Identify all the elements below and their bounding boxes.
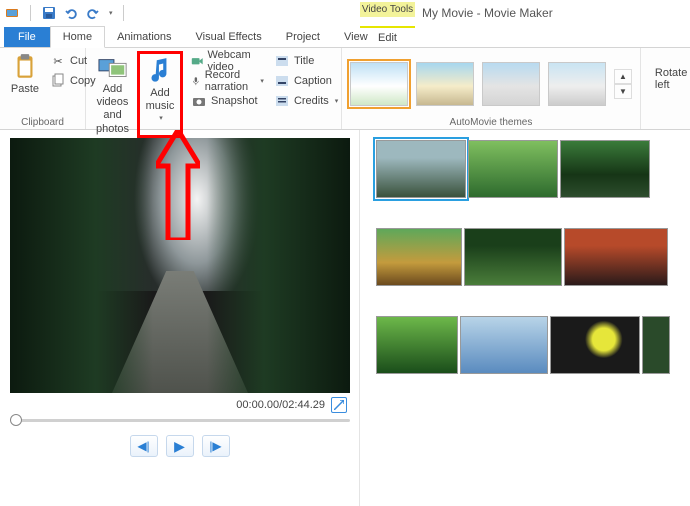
paste-label: Paste — [11, 83, 39, 96]
theme-scroll-up[interactable]: ▲ — [614, 69, 632, 84]
rotate-left-label: Rotate left — [655, 67, 687, 91]
clip-9[interactable] — [550, 316, 640, 374]
paste-icon — [10, 53, 40, 81]
chevron-down-icon: ▾ — [159, 115, 163, 123]
clip-6[interactable] — [564, 228, 668, 286]
prev-frame-button[interactable]: ◀| — [130, 435, 158, 457]
record-narration-button[interactable]: Record narration ▾ — [189, 71, 266, 91]
record-narration-label: Record narration — [205, 69, 255, 93]
tab-project[interactable]: Project — [274, 27, 332, 47]
automovie-theme-1[interactable] — [350, 62, 408, 106]
title-icon — [274, 53, 290, 69]
play-button[interactable]: ▶ — [166, 435, 194, 457]
rotate-left-button[interactable]: Rotate left — [647, 51, 690, 95]
tab-edit[interactable]: Edit — [360, 26, 415, 48]
webcam-icon — [191, 53, 203, 69]
tab-home[interactable]: Home — [50, 26, 105, 48]
copy-icon — [50, 73, 66, 89]
paste-button[interactable]: Paste — [6, 51, 44, 115]
mic-icon — [191, 73, 201, 89]
title-button[interactable]: Title — [272, 51, 340, 71]
group-label-clipboard: Clipboard — [6, 115, 79, 128]
webcam-video-button[interactable]: Webcam video — [189, 51, 266, 71]
clip-10[interactable] — [642, 316, 670, 374]
automovie-theme-3[interactable] — [482, 62, 540, 106]
tab-animations[interactable]: Animations — [105, 27, 183, 47]
caption-label: Caption — [294, 75, 332, 87]
add-videos-photos-button[interactable]: Add videos and photos — [92, 51, 133, 138]
snapshot-button[interactable]: Snapshot — [189, 91, 266, 111]
clip-4[interactable] — [376, 228, 462, 286]
music-note-icon — [145, 57, 175, 85]
group-label-automovie: AutoMovie themes — [350, 115, 632, 128]
app-title: My Movie - Movie Maker — [422, 6, 553, 20]
clip-1[interactable] — [376, 140, 466, 198]
credits-label: Credits — [294, 95, 329, 107]
add-videos-photos-icon — [98, 53, 128, 81]
seek-slider[interactable] — [10, 417, 350, 423]
clip-5[interactable] — [464, 228, 562, 286]
clip-7[interactable] — [376, 316, 458, 374]
save-icon[interactable] — [41, 5, 57, 21]
add-music-label: Add music — [146, 87, 175, 113]
credits-button[interactable]: Credits ▾ — [272, 91, 340, 111]
clip-3[interactable] — [560, 140, 650, 198]
chevron-down-icon: ▾ — [335, 97, 339, 105]
credits-icon — [274, 93, 290, 109]
redo-icon[interactable] — [85, 5, 101, 21]
tab-visual-effects[interactable]: Visual Effects — [184, 27, 274, 47]
undo-icon[interactable] — [63, 5, 79, 21]
playback-time: 00:00.00/02:44.29 — [236, 399, 325, 411]
title-label: Title — [294, 55, 314, 67]
fullscreen-button[interactable] — [331, 397, 347, 413]
automovie-theme-4[interactable] — [548, 62, 606, 106]
add-music-button[interactable]: Add music ▾ — [141, 55, 179, 126]
automovie-theme-2[interactable] — [416, 62, 474, 106]
qat-dropdown-icon[interactable]: ▾ — [109, 9, 113, 17]
tab-file[interactable]: File — [4, 27, 50, 47]
app-icon — [4, 5, 20, 21]
chevron-down-icon: ▾ — [260, 77, 264, 85]
cut-label: Cut — [70, 55, 87, 67]
cut-icon: ✂ — [50, 53, 66, 69]
theme-scroll-down[interactable]: ▼ — [614, 84, 632, 99]
contextual-tab-header: Video Tools — [360, 2, 415, 17]
caption-icon — [274, 73, 290, 89]
timeline[interactable] — [360, 130, 690, 506]
add-videos-photos-label: Add videos and photos — [96, 83, 129, 136]
snapshot-label: Snapshot — [211, 95, 257, 107]
clip-2[interactable] — [468, 140, 558, 198]
camera-icon — [191, 93, 207, 109]
next-frame-button[interactable]: |▶ — [202, 435, 230, 457]
video-preview[interactable] — [10, 138, 350, 393]
caption-button[interactable]: Caption — [272, 71, 340, 91]
clip-8[interactable] — [460, 316, 548, 374]
